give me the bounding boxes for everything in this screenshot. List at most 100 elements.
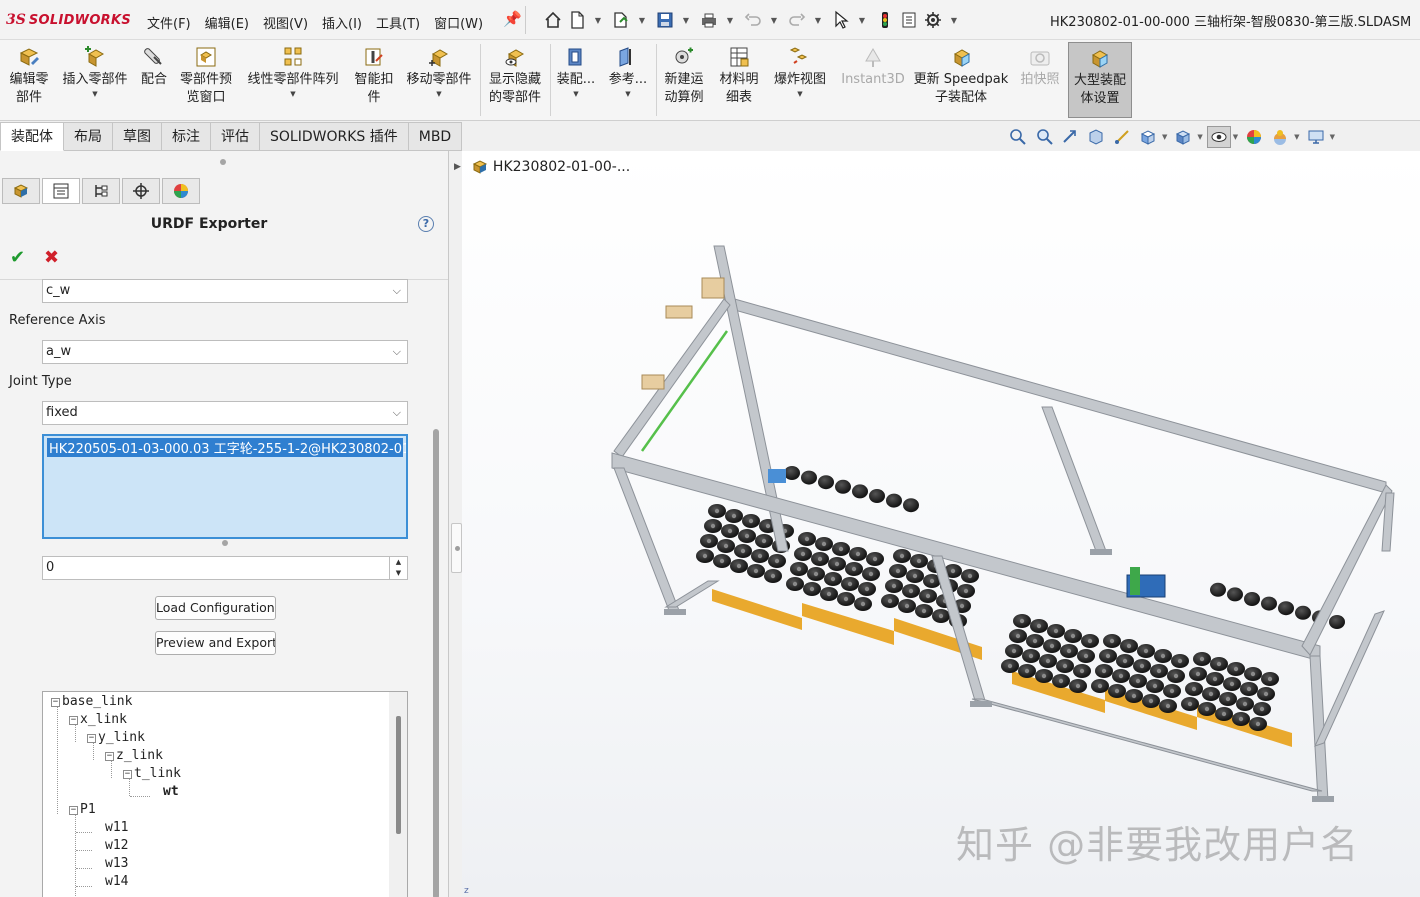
linear-pattern-button[interactable]: 线性零部件阵列 ▼ xyxy=(242,42,344,118)
update-speedpak-button[interactable]: 更新 Speedpak 子装配体 xyxy=(912,42,1010,118)
move-component-button[interactable]: 移动零部件 ▼ xyxy=(402,42,476,118)
preview-export-button[interactable]: Preview and Export.. xyxy=(155,631,276,655)
flyout-feature-tree[interactable]: ▶ HK230802-01-00-... xyxy=(454,158,630,176)
undo-dropdown-icon[interactable]: ▼ xyxy=(766,16,782,25)
tree-node-w14[interactable]: w14 xyxy=(105,873,128,891)
collapse-icon[interactable]: − xyxy=(69,806,78,815)
instant3d-button[interactable]: Instant3D xyxy=(838,42,908,118)
insert-components-dropdown-icon[interactable]: ▼ xyxy=(92,89,97,99)
move-component-dropdown-icon[interactable]: ▼ xyxy=(436,89,441,99)
menu-tools[interactable]: 工具(T) xyxy=(369,11,427,34)
ok-button[interactable]: ✔ xyxy=(10,247,25,268)
tab-layout[interactable]: 布局 xyxy=(64,122,113,151)
collapse-icon[interactable]: − xyxy=(105,752,114,761)
view-settings-icon[interactable] xyxy=(1304,126,1328,148)
redo-icon[interactable] xyxy=(786,9,808,31)
insert-components-button[interactable]: 插入零部件 ▼ xyxy=(58,42,132,118)
save-dropdown-icon[interactable]: ▼ xyxy=(678,16,694,25)
options-icon[interactable] xyxy=(922,9,944,31)
zoom-area-icon[interactable] xyxy=(1032,126,1056,148)
view-orientation-icon[interactable] xyxy=(1136,126,1160,148)
previous-view-icon[interactable] xyxy=(1058,126,1082,148)
spin-up-icon[interactable]: ▲ xyxy=(390,557,407,568)
menu-insert[interactable]: 插入(I) xyxy=(315,11,369,34)
panel-scrollbar[interactable] xyxy=(430,279,442,897)
undo-icon[interactable] xyxy=(742,9,764,31)
help-icon[interactable]: ? xyxy=(418,216,434,232)
tree-node-t-link[interactable]: − t_link xyxy=(123,765,181,783)
rebuild-icon[interactable] xyxy=(874,9,896,31)
assembly-features-dropdown-icon[interactable]: ▼ xyxy=(573,89,578,99)
link-tree-scrollbar[interactable] xyxy=(389,692,407,897)
options-dropdown-icon[interactable]: ▼ xyxy=(946,16,962,25)
home-icon[interactable] xyxy=(542,9,564,31)
cancel-button[interactable]: ✖ xyxy=(44,247,59,268)
show-hidden-components-button[interactable]: 显示隐藏 的零部件 xyxy=(484,42,546,118)
new-document-icon[interactable] xyxy=(566,9,588,31)
apply-scene-icon[interactable] xyxy=(1268,126,1292,148)
list-resize-grip[interactable] xyxy=(222,540,228,546)
numeric-spinbox[interactable]: 0 ▲ ▼ xyxy=(42,556,408,580)
collapse-icon[interactable]: − xyxy=(123,770,132,779)
file-properties-icon[interactable] xyxy=(898,9,920,31)
solidworks-logo[interactable]: 3S SOLIDWORKS xyxy=(6,9,131,31)
tab-markup[interactable]: 标注 xyxy=(162,122,211,151)
panel-grip[interactable] xyxy=(220,159,226,165)
open-dropdown-icon[interactable]: ▼ xyxy=(634,16,650,25)
tab-mbd[interactable]: MBD xyxy=(408,122,463,151)
redo-dropdown-icon[interactable]: ▼ xyxy=(810,16,826,25)
tab-assembly[interactable]: 装配体 xyxy=(0,122,64,151)
print-dropdown-icon[interactable]: ▼ xyxy=(722,16,738,25)
mate-button[interactable]: 配合 xyxy=(136,42,172,118)
collapse-icon[interactable]: − xyxy=(87,734,96,743)
new-dropdown-icon[interactable]: ▼ xyxy=(590,16,606,25)
spin-down-icon[interactable]: ▼ xyxy=(390,568,407,579)
menu-edit[interactable]: 编辑(E) xyxy=(198,11,256,34)
component-preview-button[interactable]: 零部件预 览窗口 xyxy=(176,42,236,118)
reference-axis-select[interactable]: a_w ⌵ xyxy=(42,340,408,364)
tab-sketch[interactable]: 草图 xyxy=(113,122,162,151)
reference-geometry-button[interactable]: 参考... ▼ xyxy=(604,42,652,118)
tree-node-p1[interactable]: − P1 xyxy=(69,801,96,819)
panel-scroll-thumb[interactable] xyxy=(433,429,439,897)
view-orientation-dropdown-icon[interactable]: ▼ xyxy=(1162,133,1167,141)
snapshot-button[interactable]: 拍快照 xyxy=(1016,42,1064,118)
splitter-handle[interactable] xyxy=(451,523,462,573)
configuration-manager-tab[interactable] xyxy=(82,178,120,204)
section-view-icon[interactable] xyxy=(1084,126,1108,148)
linear-pattern-dropdown-icon[interactable]: ▼ xyxy=(290,89,295,99)
expand-arrow-icon[interactable]: ▶ xyxy=(454,162,461,172)
select-dropdown-icon[interactable]: ▼ xyxy=(854,16,870,25)
dynamic-annotation-icon[interactable] xyxy=(1110,126,1134,148)
reference-geometry-dropdown-icon[interactable]: ▼ xyxy=(625,89,630,99)
tree-node-w12[interactable]: w12 xyxy=(105,837,128,855)
tree-node-z-link[interactable]: − z_link xyxy=(105,747,163,765)
edit-appearance-icon[interactable] xyxy=(1242,126,1266,148)
collapse-icon[interactable]: − xyxy=(51,698,60,707)
view-settings-dropdown-icon[interactable]: ▼ xyxy=(1330,133,1335,141)
new-motion-study-button[interactable]: 新建运 动算例 xyxy=(660,42,708,118)
link-tree-scroll-thumb[interactable] xyxy=(396,716,401,834)
exploded-view-dropdown-icon[interactable]: ▼ xyxy=(797,89,802,99)
joint-type-select[interactable]: fixed ⌵ xyxy=(42,401,408,425)
bill-of-materials-button[interactable]: 材料明 细表 xyxy=(714,42,764,118)
link-tree[interactable]: − base_link − x_link − y_link − z_link − t_li… xyxy=(42,691,408,897)
assembly-features-button[interactable]: 装配... ▼ xyxy=(554,42,598,118)
exploded-view-button[interactable]: 爆炸视图 ▼ xyxy=(768,42,832,118)
apply-scene-dropdown-icon[interactable]: ▼ xyxy=(1294,133,1299,141)
pin-icon[interactable]: 📌 xyxy=(503,10,522,28)
menu-window[interactable]: 窗口(W) xyxy=(427,11,490,34)
open-icon[interactable] xyxy=(610,9,632,31)
tree-node-y-link[interactable]: − y_link xyxy=(87,729,145,747)
axis-select[interactable]: c_w ⌵ xyxy=(42,279,408,303)
select-icon[interactable] xyxy=(830,9,852,31)
selected-component-item[interactable]: HK220505-01-03-000.03 工字轮-255-1-2@HK2308… xyxy=(47,438,406,457)
load-configuration-button[interactable]: Load Configuration.. xyxy=(155,596,276,620)
tree-node-w13[interactable]: w13 xyxy=(105,855,128,873)
large-assembly-settings-button[interactable]: 大型装配 体设置 xyxy=(1068,42,1132,118)
edit-component-button[interactable]: 编辑零 部件 xyxy=(4,42,54,118)
save-icon[interactable] xyxy=(654,9,676,31)
tree-node-wt[interactable]: wt xyxy=(163,783,179,801)
selected-components-list[interactable]: HK220505-01-03-000.03 工字轮-255-1-2@HK2308… xyxy=(42,434,408,539)
gantry-assembly-model[interactable] xyxy=(462,151,1420,897)
